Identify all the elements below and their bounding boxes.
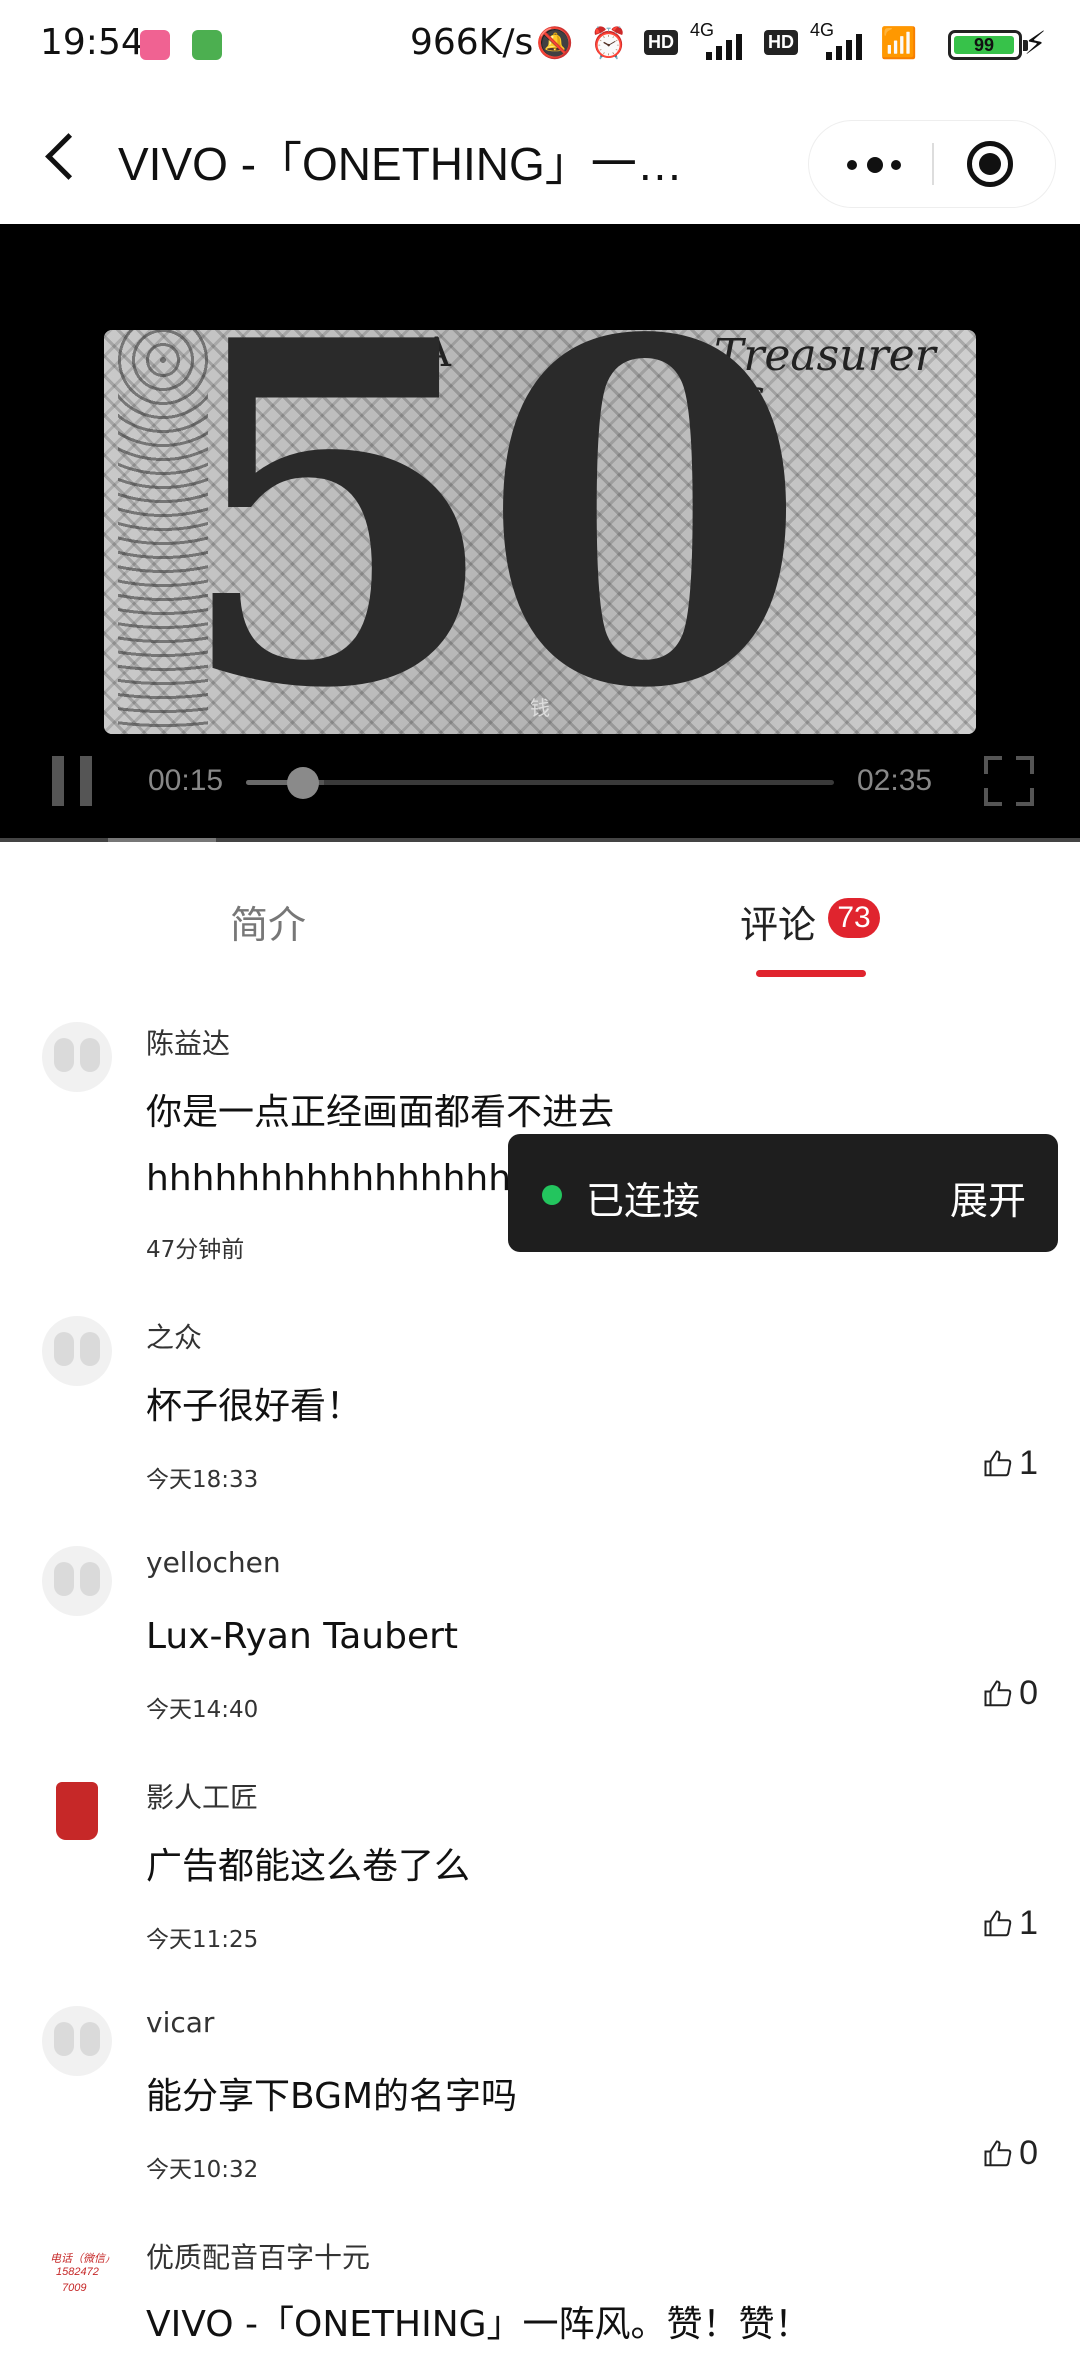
avatar[interactable] [42,1022,112,1092]
connected-status-icon [542,1185,562,1205]
avatar-text-line: 7009 [62,2282,87,2294]
comment-text: 广告都能这么卷了么 [146,1846,471,1887]
comment-username[interactable]: 影人工匠 [146,1776,258,1816]
capsule-divider [932,143,934,185]
target-icon[interactable] [959,133,1021,195]
toast-message: 已连接 [586,1179,701,1223]
comment-username[interactable]: 优质配音百字十元 [146,2236,370,2276]
avatar[interactable] [42,2006,112,2076]
avatar-text-line: 电话（微信） [50,2253,112,2265]
current-time: 00:15 [148,764,224,797]
back-icon[interactable] [40,132,82,182]
avatar[interactable]: 电话（微信） 1582472 7009 [42,2236,112,2306]
comment-text: 杯子很好看！ [146,1386,363,1427]
comment-time: 47分钟前 [146,1237,245,1263]
charging-icon: ⚡ [1024,24,1047,62]
active-tab-indicator [756,970,866,977]
like-count: 1 [1019,1444,1038,1482]
frame-number: 50 [174,330,808,734]
battery-icon: 99 [948,30,1028,60]
like-count: 1 [1019,1904,1038,1942]
avatar[interactable] [42,1546,112,1616]
video-player[interactable]: A FIFTY Treasurer of 50 钱 00:15 02:35 [0,224,1080,844]
fullscreen-icon[interactable] [984,756,1034,806]
mute-icon: 🔕 [536,26,574,61]
avatar[interactable] [42,1776,112,1846]
android-notification-icon [192,30,222,60]
comment-username[interactable]: yellochen [146,1546,281,1579]
video-controls: 00:15 02:35 [0,744,1080,814]
like-button[interactable]: 1 [983,1902,1038,1942]
comment-text: 能分享下BGM的名字吗 [146,2076,518,2117]
video-subtitle: 钱 [530,696,550,720]
seek-handle[interactable] [287,767,320,799]
thumbs-up-icon [984,1909,1012,1936]
comment-username[interactable]: 陈益达 [146,1022,230,1062]
thumbs-up-icon [984,1679,1012,1706]
battery-level: 99 [954,36,1014,55]
total-time: 02:35 [857,764,933,797]
comment-time: 今天10:32 [146,2157,259,2183]
content-tabs: 简介 评论 73 [0,842,1080,982]
more-dots-icon[interactable] [829,133,919,195]
title-bar: VIVO -「ONETHING」一阵风。 [0,92,1080,224]
connection-toast: 已连接 展开 [508,1134,1058,1252]
comment-text: VIVO -「ONETHING」一阵风。赞！赞！ [146,2304,811,2345]
pause-icon[interactable] [52,756,94,806]
comment-time: 今天14:40 [146,1697,259,1723]
like-button[interactable]: 0 [983,2132,1038,2172]
comment-time: 今天11:25 [146,1927,259,1953]
wifi-icon: 📶 [880,26,918,61]
video-frame: A FIFTY Treasurer of 50 [104,330,976,734]
avatar[interactable] [42,1316,112,1386]
expand-button[interactable]: 展开 [950,1170,1026,1225]
like-button[interactable]: 1 [983,1442,1038,1482]
like-count: 0 [1019,1674,1038,1712]
thumbs-up-icon [984,1449,1012,1476]
thumbs-up-icon [984,2139,1012,2166]
tab-intro[interactable]: 简介 [230,894,306,949]
alarm-icon: ⏰ [590,26,628,61]
network-speed: 966K/s [410,22,534,63]
miniprogram-capsule [808,120,1056,208]
tab-comments[interactable]: 评论 [740,894,816,949]
comments-count-badge: 73 [828,898,880,938]
page-title: VIVO -「ONETHING」一阵风。 [118,138,718,190]
comment-username[interactable]: vicar [146,2006,214,2039]
hd-label-1: HD [644,30,678,55]
signal-icon [706,30,750,60]
like-count: 0 [1019,2134,1038,2172]
status-time: 19:54 [40,22,144,63]
app-notification-icon [140,30,170,60]
avatar-text-line: 1582472 [56,2266,99,2278]
like-button[interactable]: 0 [983,1672,1038,1712]
comment-text: Lux-Ryan Taubert [146,1616,459,1657]
hd-label-2: HD [764,30,798,55]
seek-bar[interactable] [246,767,834,799]
status-bar: 19:54 966K/s 🔕 ⏰ HD 4G HD 4G 📶 99 ⚡ [0,0,1080,92]
comment-time: 今天18:33 [146,1467,259,1493]
comment-username[interactable]: 之众 [146,1316,202,1356]
signal-icon-2 [826,30,870,60]
